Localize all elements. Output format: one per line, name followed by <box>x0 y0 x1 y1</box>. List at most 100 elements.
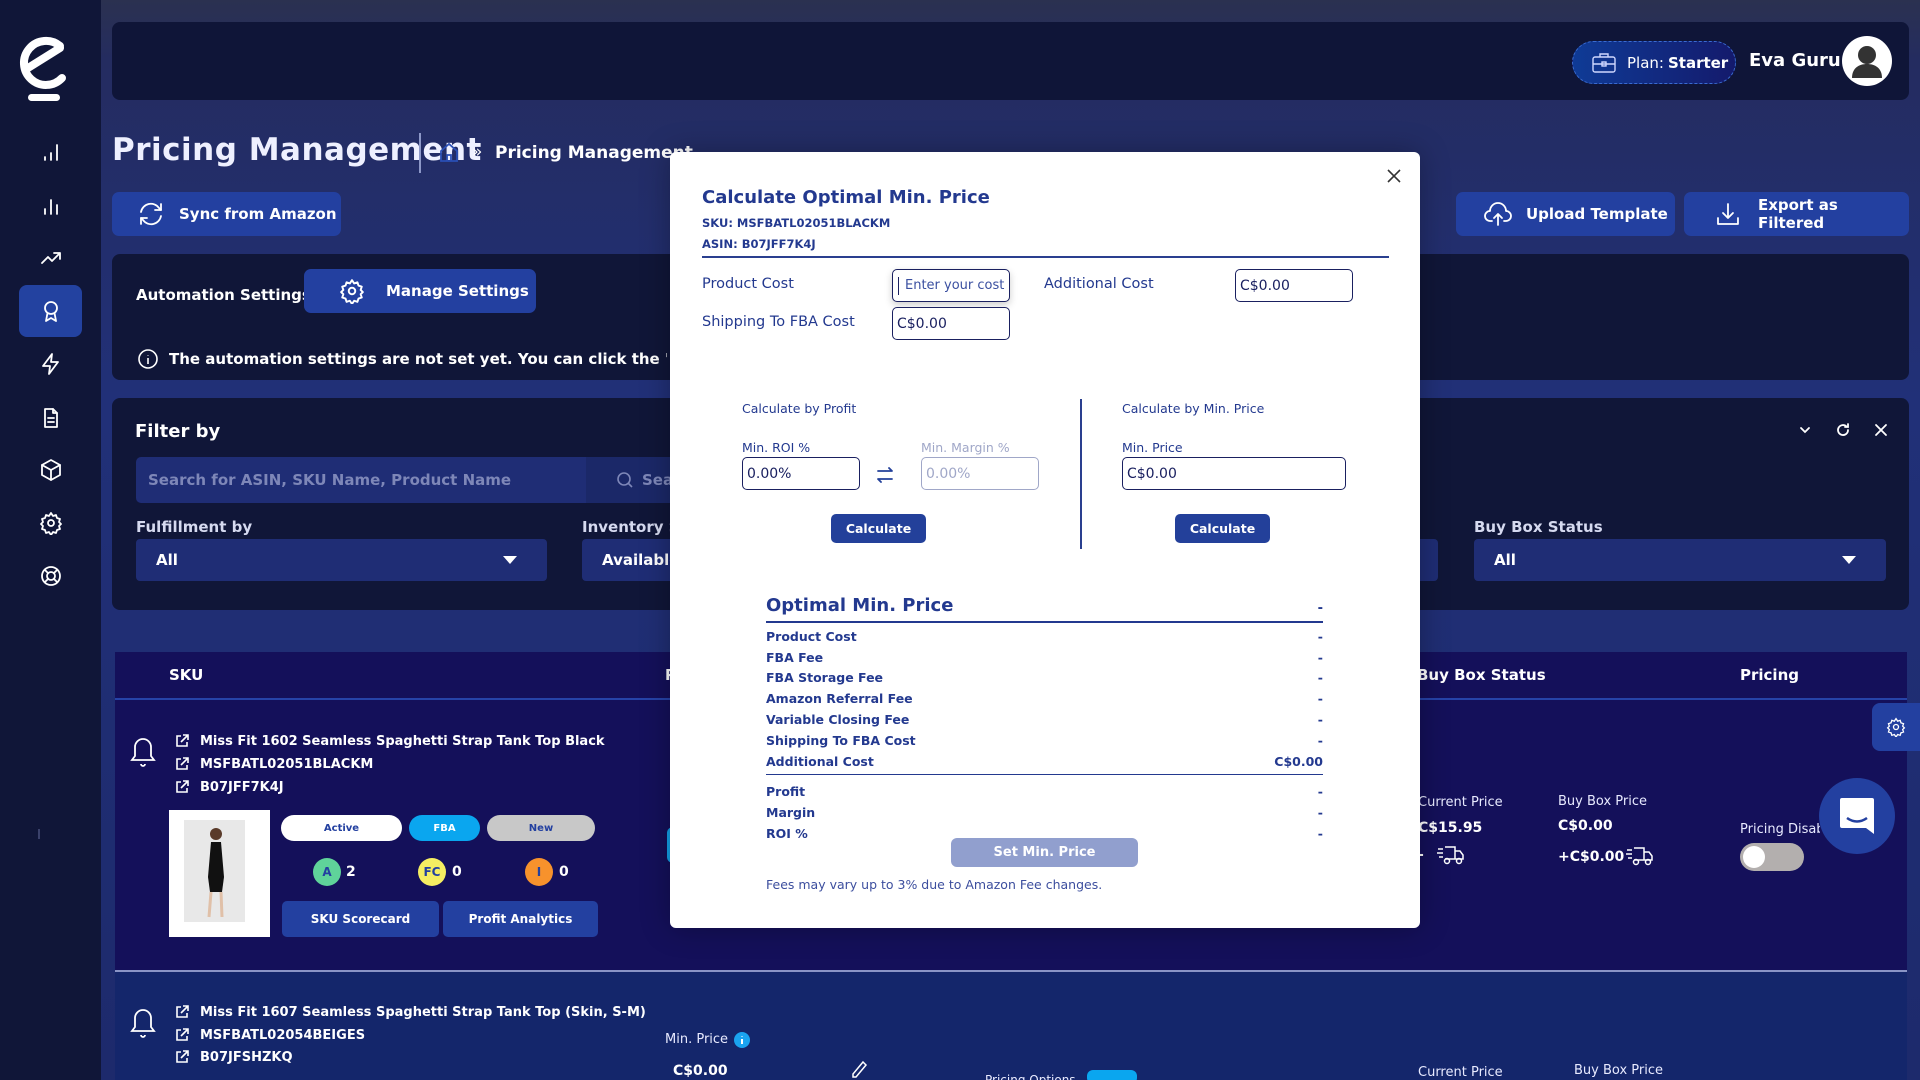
sidebar-item-reports[interactable] <box>19 180 82 232</box>
product-name-link[interactable]: Miss Fit 1602 Seamless Spaghetti Strap T… <box>174 733 605 749</box>
bell-icon[interactable] <box>129 735 157 769</box>
pricing-options-label: Pricing Options <box>985 1073 1076 1080</box>
refresh-icon[interactable] <box>1835 422 1851 438</box>
search-button[interactable]: Search <box>586 457 676 503</box>
sidebar-item-documents[interactable] <box>19 392 82 444</box>
sidebar-item-automation[interactable] <box>19 338 82 390</box>
trending-up-icon <box>40 252 61 264</box>
min-price-input[interactable]: C$0.00 <box>1122 457 1346 490</box>
award-ribbon-icon <box>43 301 58 322</box>
sidebar-item-settings[interactable] <box>19 497 82 549</box>
fee-note: Fees may vary up to 3% due to Amazon Fee… <box>766 877 1103 892</box>
gear-icon <box>340 279 364 304</box>
sync-from-amazon-button[interactable]: Sync from Amazon <box>112 192 341 236</box>
sidebar-item-pricing[interactable] <box>19 285 82 337</box>
eva-logo[interactable] <box>14 26 74 106</box>
buybox-price-label: Buy Box Price <box>1558 794 1647 809</box>
avatar[interactable] <box>1842 36 1892 86</box>
summary-divider <box>766 773 1323 776</box>
min-price-value: C$0.00 <box>673 1063 728 1079</box>
cloud-upload-icon <box>1484 202 1512 226</box>
min-margin-label: Min. Margin % <box>921 440 1010 455</box>
asin-link[interactable]: B07JFF7K4J <box>174 779 284 795</box>
sidebar-item-trends[interactable] <box>19 232 82 284</box>
sku-link[interactable]: MSFBATL02051BLACKM <box>174 756 373 772</box>
additional-cost-input[interactable]: C$0.00 <box>1235 269 1353 302</box>
home-icon[interactable] <box>438 141 460 163</box>
sidebar-item-dashboard[interactable] <box>19 126 82 178</box>
sidebar <box>0 0 101 1080</box>
shipping-cost-input[interactable]: C$0.00 <box>892 307 1010 340</box>
info-icon[interactable] <box>733 1031 751 1049</box>
bell-icon[interactable] <box>129 1006 157 1040</box>
buybox-price-label: Buy Box Price <box>1574 1063 1663 1078</box>
calculate-by-price-button[interactable]: Calculate <box>1175 514 1270 543</box>
min-price-label: Min. Price <box>665 1032 729 1047</box>
status-pill-active: Active <box>281 815 402 841</box>
current-price-value: C$15.95 <box>1418 820 1483 836</box>
product-cost-input[interactable]: Enter your cost <box>892 269 1010 302</box>
table-settings-button[interactable] <box>1872 703 1920 751</box>
product-name-link[interactable]: Miss Fit 1607 Seamless Spaghetti Strap T… <box>174 1004 646 1020</box>
upload-template-button[interactable]: Upload Template <box>1456 192 1675 236</box>
swap-icon[interactable] <box>872 462 898 488</box>
modal-column-divider <box>1080 399 1082 549</box>
summary-divider <box>766 621 1323 623</box>
min-price-label: Min. Price <box>1122 440 1183 455</box>
plan-badge[interactable]: Plan: Starter <box>1572 41 1736 84</box>
close-icon <box>1387 169 1401 183</box>
min-roi-label: Min. ROI % <box>742 440 811 455</box>
close-icon[interactable] <box>1873 422 1889 438</box>
chat-widget-button[interactable] <box>1819 778 1895 854</box>
shipping-cost-label: Shipping To FBA Cost <box>702 314 855 330</box>
sidebar-item-inventory[interactable] <box>19 444 82 496</box>
manage-settings-button[interactable]: Manage Settings <box>304 269 536 313</box>
buybox-select[interactable]: All <box>1474 539 1886 581</box>
fulfillment-label: Fulfillment by <box>136 518 253 536</box>
product-image[interactable] <box>169 810 270 937</box>
gear-icon <box>1886 717 1906 737</box>
badge-i: I <box>525 858 553 886</box>
automation-settings-label: Automation Settings <box>136 286 311 304</box>
price-summary: Optimal Min. Price - Product Cost - FBA F… <box>766 592 1323 843</box>
badge-a: A <box>313 858 341 886</box>
export-as-filtered-button[interactable]: Export as Filtered <box>1684 192 1909 236</box>
buybox-label: Buy Box Status <box>1474 518 1603 536</box>
sku-link[interactable]: MSFBATL02054BEIGES <box>174 1027 365 1043</box>
search-input[interactable]: Search for ASIN, SKU Name, Product Name <box>136 457 586 503</box>
filter-select-partial[interactable] <box>1420 539 1438 581</box>
condition-pill: New <box>487 815 595 841</box>
inventory-select[interactable]: Available <box>582 539 672 581</box>
sku-scorecard-button[interactable]: SKU Scorecard <box>282 901 439 937</box>
pricing-option-badge[interactable] <box>1087 1070 1137 1080</box>
calculate-by-profit-button[interactable]: Calculate <box>831 514 926 543</box>
modal-divider <box>702 256 1389 258</box>
edit-pencil-icon[interactable] <box>850 1060 868 1080</box>
buybox-shipping-value: +C$0.00 <box>1558 849 1625 865</box>
summary-value: - <box>1317 601 1323 616</box>
external-link-icon <box>176 780 189 793</box>
modal-close-button[interactable] <box>1382 164 1406 188</box>
breadcrumb-current: Pricing Management <box>495 143 693 163</box>
profit-analytics-button[interactable]: Profit Analytics <box>443 901 598 937</box>
cost-row: Product Cost - <box>766 628 1323 644</box>
pricing-toggle[interactable] <box>1740 843 1804 871</box>
min-margin-input[interactable]: 0.00% <box>921 457 1039 490</box>
download-icon <box>1717 203 1739 225</box>
sidebar-item-support[interactable] <box>19 550 82 602</box>
min-roi-input[interactable]: 0.00% <box>742 457 860 490</box>
fulfillment-select[interactable]: All <box>136 539 547 581</box>
asin-link[interactable]: B07JFSHZKQ <box>174 1049 293 1065</box>
chevron-down-icon[interactable] <box>1797 422 1813 438</box>
cost-row: Variable Closing Fee - <box>766 712 1323 728</box>
inventory-label: Inventory Status <box>582 518 672 536</box>
additional-cost-label: Additional Cost <box>1044 276 1154 292</box>
current-price-label: Current Price <box>1418 1065 1503 1080</box>
user-name[interactable]: Eva Guru <box>1749 50 1841 71</box>
filter-tools <box>1797 422 1889 438</box>
set-min-price-button[interactable]: Set Min. Price <box>951 838 1138 867</box>
external-link-icon <box>176 757 189 770</box>
sidebar-divider <box>38 829 40 839</box>
chat-icon <box>1840 798 1874 834</box>
plan-prefix: Plan: <box>1627 53 1664 72</box>
